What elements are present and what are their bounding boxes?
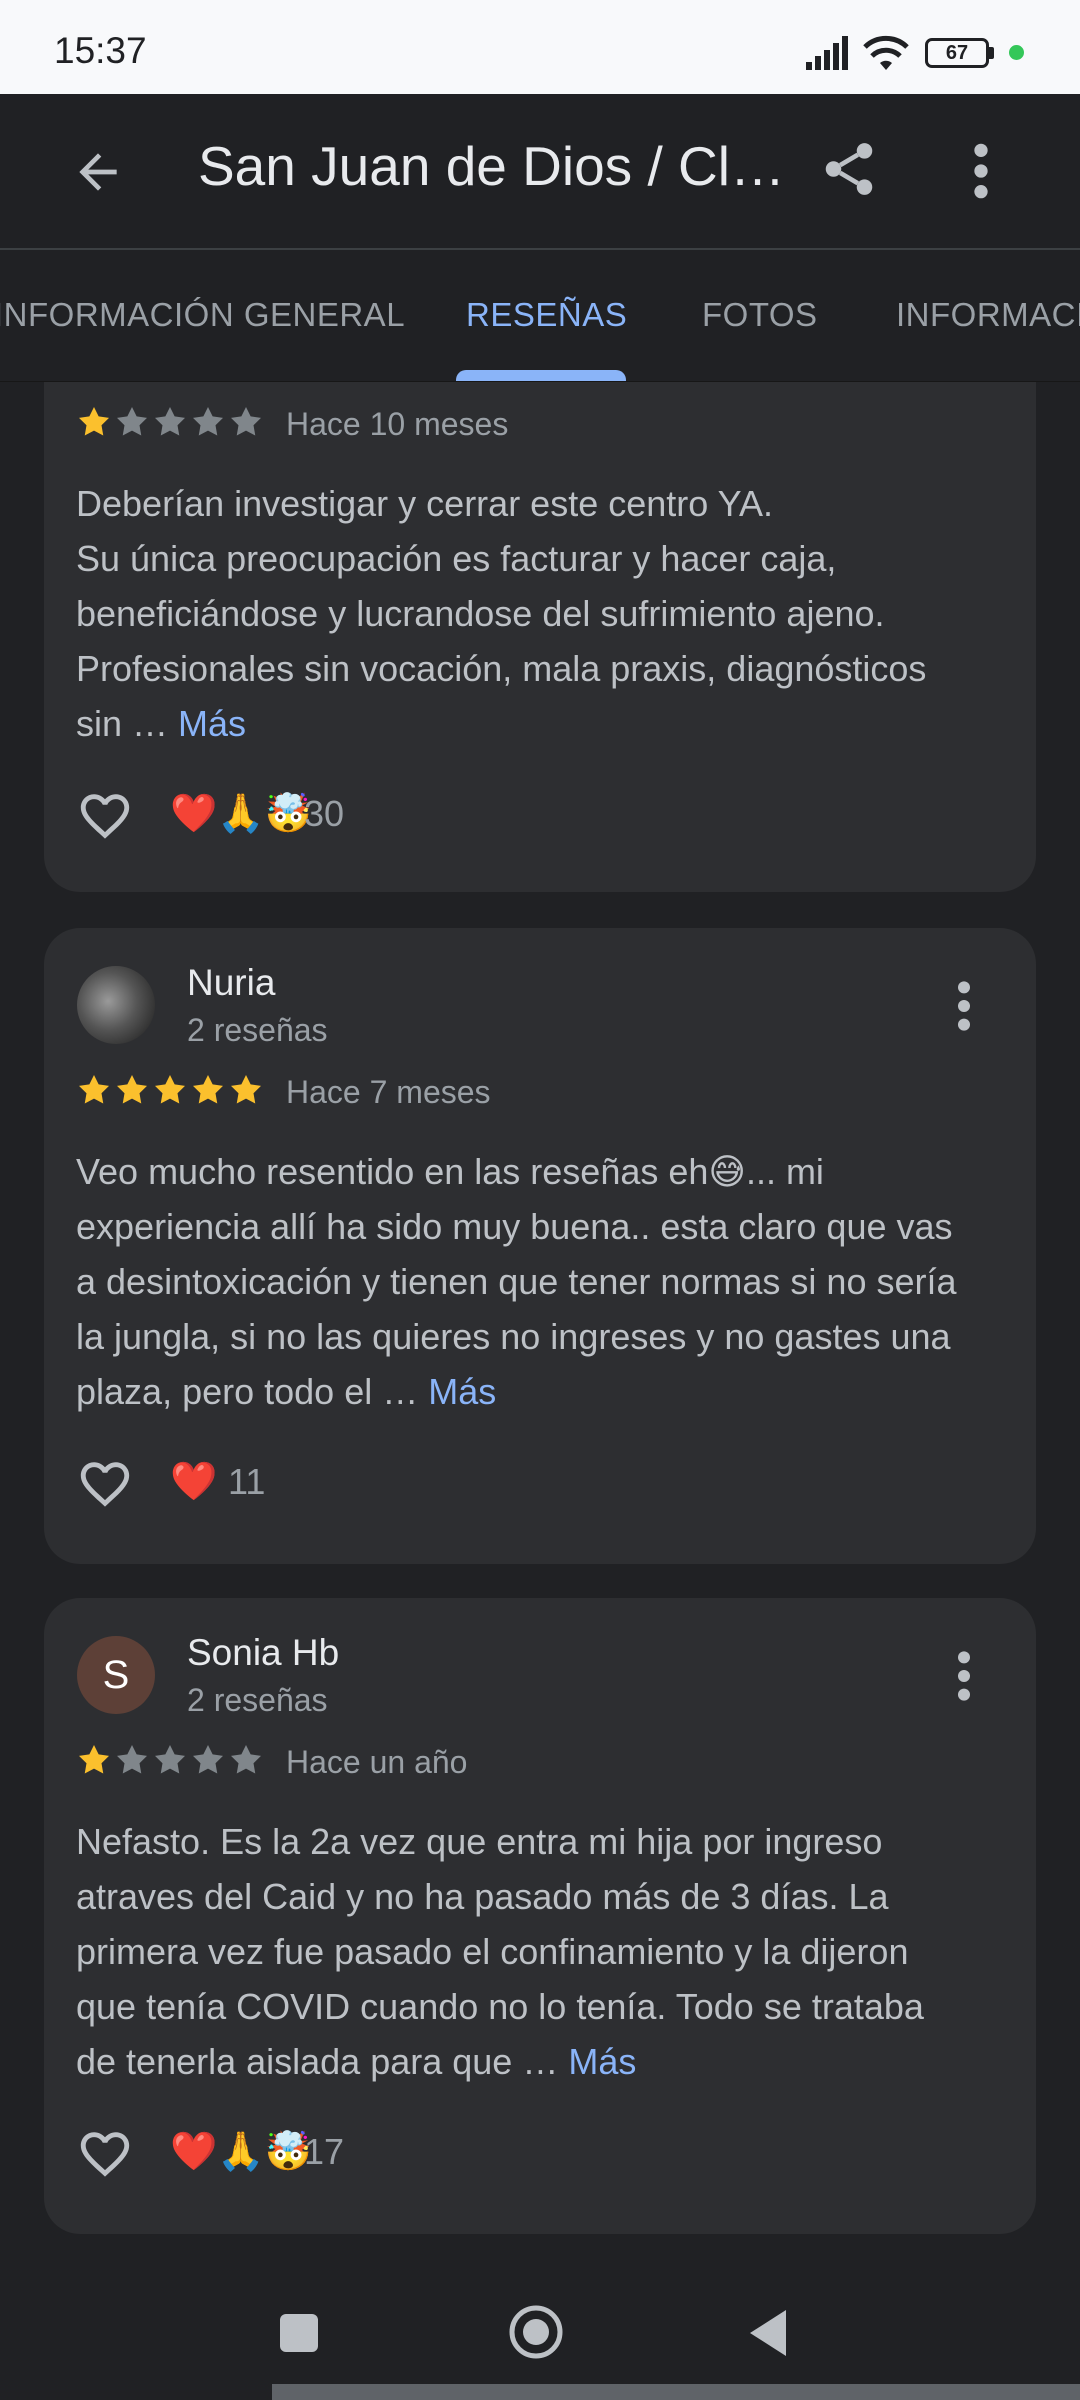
more-vert-icon[interactable] (952, 978, 976, 1034)
review-text-line: de tenerla aislada para que … (76, 2041, 569, 2082)
battery-level: 67 (925, 38, 989, 68)
star-filled-icon (117, 1075, 147, 1104)
heart-outline-icon[interactable] (76, 2125, 134, 2183)
star-filled-icon (79, 1745, 109, 1774)
star-empty-icon (117, 407, 147, 436)
more-link[interactable]: Más (178, 703, 246, 744)
star-empty-icon (231, 1745, 261, 1774)
review-text-line: Veo mucho resentido en las reseñas eh😅..… (76, 1151, 824, 1192)
arrow-back-icon[interactable] (70, 144, 126, 200)
star-empty-icon (117, 1745, 147, 1774)
review-text-line: Profesionales sin vocación, mala praxis,… (76, 648, 927, 689)
home-button[interactable] (508, 2304, 564, 2360)
review-date: Hace 7 meses (286, 1074, 491, 1110)
review-text-line: atraves del Caid y no ha pasado más de 3… (76, 1876, 889, 1917)
tab-resenas[interactable]: RESEÑAS (466, 296, 627, 334)
reaction-emojis: ❤️🙏🤯 (170, 793, 312, 835)
reaction-count: 30 (304, 793, 345, 834)
reviewer-review-count: 2 reseñas (187, 1682, 328, 1718)
avatar[interactable] (77, 966, 155, 1044)
status-bar: 15:37 67 (0, 0, 1080, 94)
page-title: San Juan de Dios / Cl… (198, 135, 785, 197)
battery-icon: 67 (925, 38, 995, 68)
signal-icon (806, 36, 848, 70)
review-text-line: a desintoxicación y tienen que tener nor… (76, 1261, 957, 1302)
share-icon[interactable] (818, 138, 880, 200)
review-text-line: plaza, pero todo el … (76, 1371, 429, 1412)
avatar[interactable]: S (77, 1636, 155, 1714)
review-text-line: Su única preocupación es facturar y hace… (76, 538, 837, 579)
star-empty-icon (231, 407, 261, 436)
review-text-line: Nefasto. Es la 2a vez que entra mi hija … (76, 1821, 883, 1862)
tab-bar: INFORMACIÓN GENERAL RESEÑAS FOTOS INFORM… (0, 250, 1080, 382)
system-nav-bar (0, 2264, 1080, 2400)
heart-outline-icon[interactable] (76, 787, 134, 845)
reaction-emojis: ❤️ (170, 1461, 218, 1503)
more-link[interactable]: Más (568, 2041, 636, 2082)
review-card: Hace 10 meses Deberían investigar y cerr… (44, 382, 1036, 892)
back-triangle-icon[interactable] (748, 2308, 788, 2358)
tab-fotos[interactable]: FOTOS (702, 296, 818, 334)
star-empty-icon (193, 407, 223, 436)
tab-informacion-general[interactable]: INFORMACIÓN GENERAL (0, 296, 405, 334)
star-rating (76, 1742, 266, 1782)
review-card: S Sonia Hb 2 reseñas Hace un año Nefasto… (44, 1598, 1036, 2234)
review-card: Nuria 2 reseñas Hace 7 meses Veo mucho r… (44, 928, 1036, 1564)
star-empty-icon (155, 1745, 185, 1774)
star-filled-icon (79, 1075, 109, 1104)
reviewer-name[interactable]: Sonia Hb (187, 1632, 339, 1674)
review-text-line: que tenía COVID cuando no lo tenía. Todo… (76, 1986, 924, 2027)
review-text[interactable]: Deberían investigar y cerrar este centro… (76, 476, 1006, 751)
gesture-handle (272, 2384, 1080, 2400)
wifi-icon (863, 35, 909, 70)
privacy-indicator-dot (1009, 45, 1024, 60)
review-text-line: sin … (76, 703, 179, 744)
tab-selected-indicator (456, 370, 626, 381)
recents-button[interactable] (280, 2314, 318, 2352)
heart-outline-icon[interactable] (76, 1455, 134, 1513)
star-filled-icon (155, 1075, 185, 1104)
more-vert-icon[interactable] (952, 1648, 976, 1704)
review-text-line: beneficiándose y lucrandose del sufrimie… (76, 593, 885, 634)
star-filled-icon (79, 407, 109, 436)
reaction-count: 11 (228, 1461, 266, 1502)
more-link[interactable]: Más (428, 1371, 496, 1412)
review-text-line: experiencia allí ha sido muy buena.. est… (76, 1206, 953, 1247)
review-text-line: primera vez fue pasado el confinamiento … (76, 1931, 909, 1972)
star-empty-icon (155, 407, 185, 436)
tab-informacion[interactable]: INFORMACI (896, 296, 1080, 334)
review-text-line: la jungla, si no las quieres no ingreses… (76, 1316, 951, 1357)
reviewer-review-count: 2 reseñas (187, 1012, 328, 1048)
review-text[interactable]: Veo mucho resentido en las reseñas eh😅..… (76, 1144, 1006, 1419)
reaction-count: 17 (304, 2131, 345, 2172)
star-filled-icon (193, 1075, 223, 1104)
star-rating (76, 1072, 266, 1112)
review-date: Hace un año (286, 1744, 468, 1780)
star-filled-icon (231, 1075, 261, 1104)
more-vert-icon[interactable] (960, 140, 1002, 202)
star-empty-icon (193, 1745, 223, 1774)
status-time: 15:37 (54, 30, 147, 71)
star-rating (76, 404, 266, 444)
review-date: Hace 10 meses (286, 406, 509, 442)
reviewer-name[interactable]: Nuria (187, 962, 275, 1004)
review-text-line: Deberían investigar y cerrar este centro… (76, 483, 773, 524)
review-text[interactable]: Nefasto. Es la 2a vez que entra mi hija … (76, 1814, 1006, 2089)
reaction-emojis: ❤️🙏🤯 (170, 2131, 312, 2173)
app-bar: San Juan de Dios / Cl… (0, 94, 1080, 248)
